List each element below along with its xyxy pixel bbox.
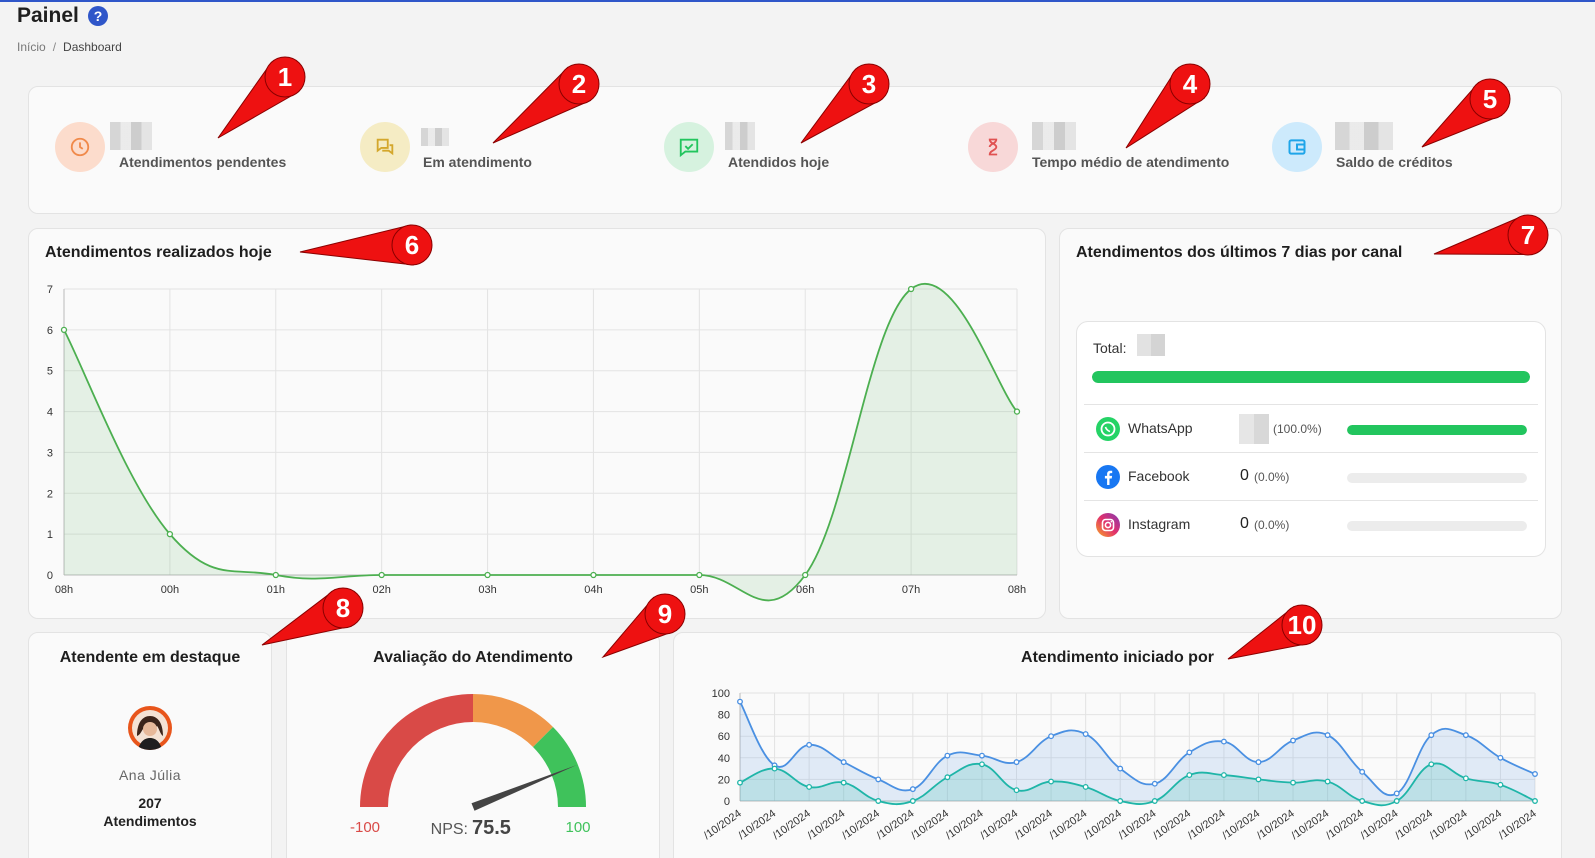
annotation-callout: 7 <box>1433 214 1549 256</box>
callout-number: 10 <box>1288 610 1317 640</box>
annotation-callouts: 1 2 3 4 5 6 7 8 9 10 <box>217 56 1549 660</box>
annotation-callout: 3 <box>800 63 890 144</box>
callout-number: 5 <box>1483 84 1497 114</box>
annotation-callout: 8 <box>261 587 364 646</box>
callout-number: 3 <box>862 69 876 99</box>
annotation-callout: 10 <box>1227 604 1323 660</box>
annotation-callout: 4 <box>1125 63 1211 149</box>
annotation-callout: 2 <box>492 63 600 144</box>
callout-number: 2 <box>572 69 586 99</box>
annotation-callout: 5 <box>1421 78 1511 148</box>
callout-number: 4 <box>1183 69 1198 99</box>
annotation-callout: 6 <box>299 224 433 266</box>
callout-number: 1 <box>278 62 292 92</box>
callout-number: 8 <box>336 593 350 623</box>
callout-number: 9 <box>658 599 672 629</box>
annotation-callout: 9 <box>601 593 686 659</box>
callout-number: 6 <box>405 230 419 260</box>
annotation-callout: 1 <box>217 56 306 139</box>
callout-number: 7 <box>1521 220 1535 250</box>
